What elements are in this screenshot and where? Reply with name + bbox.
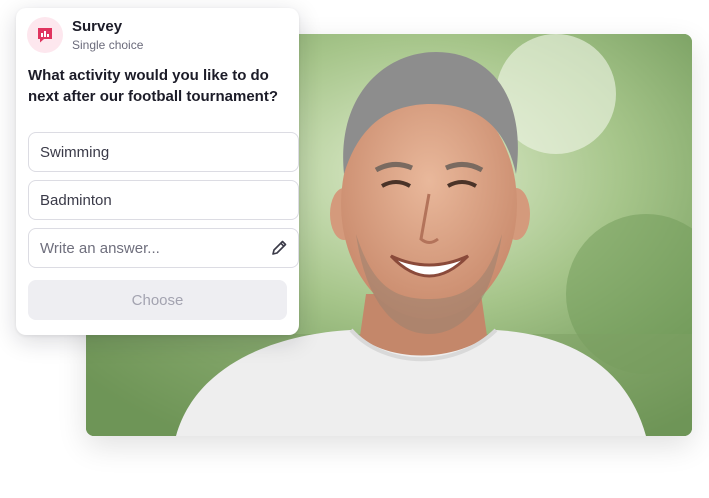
- choose-button[interactable]: Choose: [28, 280, 287, 320]
- option-badminton[interactable]: Badminton: [28, 180, 299, 220]
- survey-header: Survey Single choice: [27, 17, 143, 53]
- answer-placeholder: Write an answer...: [40, 239, 160, 257]
- pencil-icon[interactable]: [270, 239, 288, 261]
- survey-question: What activity would you like to do next …: [28, 67, 279, 105]
- option-label: Badminton: [40, 191, 112, 209]
- survey-card: Survey Single choice What activity would…: [16, 8, 299, 335]
- survey-title: Survey: [72, 17, 123, 35]
- write-answer-input[interactable]: Write an answer...: [28, 228, 299, 268]
- option-label: Swimming: [40, 143, 110, 161]
- choose-label: Choose: [131, 291, 184, 309]
- survey-subtitle: Single choice: [72, 37, 144, 52]
- option-swimming[interactable]: Swimming: [28, 132, 299, 172]
- bar-chart-chat-icon: [27, 17, 63, 53]
